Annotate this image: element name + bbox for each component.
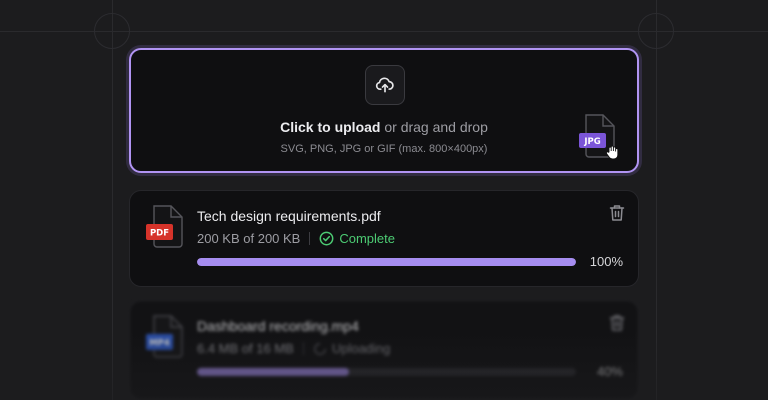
mp4-file-icon: MP4	[146, 315, 188, 359]
file-meta: 200 KB of 200 KB Complete	[197, 231, 395, 246]
pdf-file-icon: PDF	[146, 205, 188, 249]
upload-icon	[365, 65, 405, 105]
file-size: 200 KB of 200 KB	[197, 231, 301, 246]
file-dropzone[interactable]: Click to upload or drag and drop SVG, PN…	[129, 48, 639, 173]
mp4-badge: MP4	[149, 339, 170, 349]
dropzone-hint: SVG, PNG, JPG or GIF (max. 800×400px)	[280, 143, 488, 155]
pdf-badge: PDF	[150, 229, 169, 239]
file-name: Tech design requirements.pdf	[197, 208, 381, 224]
guide-circle	[94, 13, 130, 49]
progress-label: 100%	[589, 254, 623, 269]
progress-fill	[197, 368, 349, 376]
dragged-file-icon: JPG	[579, 114, 619, 160]
progress-bar	[197, 258, 576, 266]
click-to-upload-link[interactable]: Click to upload	[280, 119, 380, 135]
status-text: Uploading	[331, 341, 391, 356]
progress-fill	[197, 258, 576, 266]
progress-bar	[197, 368, 576, 376]
guide-line	[656, 0, 657, 400]
jpg-badge: JPG	[583, 137, 600, 147]
file-size: 6.4 MB of 16 MB	[197, 341, 294, 356]
file-name: Dashboard recording.mp4	[197, 318, 359, 334]
status-text: Complete	[339, 231, 395, 246]
dropzone-title-rest: or drag and drop	[380, 119, 488, 135]
status-badge: Uploading	[313, 341, 391, 356]
divider	[309, 232, 311, 245]
trash-icon[interactable]	[609, 204, 625, 222]
status-badge: Complete	[319, 231, 395, 246]
divider	[302, 342, 304, 355]
progress-label: 40%	[596, 364, 623, 379]
check-circle-icon	[319, 231, 334, 246]
file-meta: 6.4 MB of 16 MB Uploading	[197, 341, 390, 356]
file-item: MP4 Dashboard recording.mp4 6.4 MB of 16…	[129, 300, 639, 400]
loading-spinner-icon	[313, 342, 326, 355]
guide-line	[112, 0, 113, 400]
file-item: PDF Tech design requirements.pdf 200 KB …	[129, 190, 639, 287]
guide-circle	[638, 13, 674, 49]
dropzone-title: Click to upload or drag and drop	[131, 119, 637, 135]
trash-icon[interactable]	[609, 314, 625, 332]
